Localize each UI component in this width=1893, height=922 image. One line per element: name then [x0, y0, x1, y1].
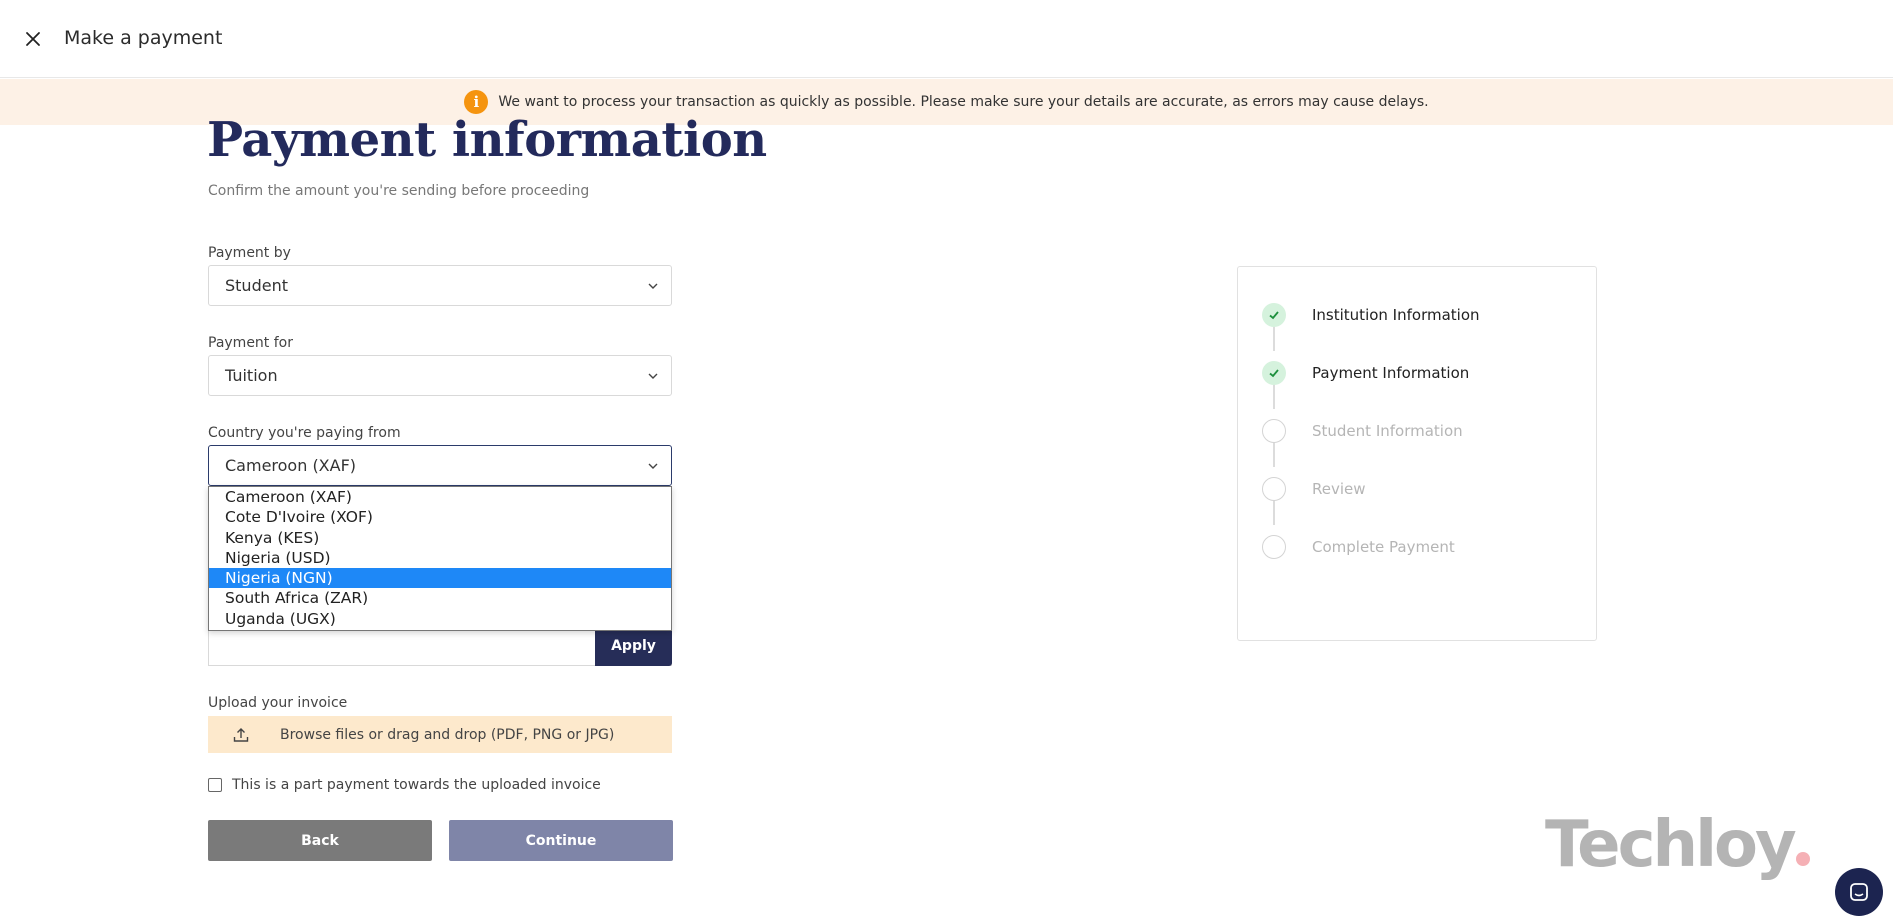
- step-student-information: Student Information: [1262, 419, 1463, 443]
- step-complete-payment: Complete Payment: [1262, 535, 1455, 559]
- part-payment-checkbox[interactable]: [208, 778, 222, 792]
- part-payment-row: This is a part payment towards the uploa…: [208, 777, 601, 793]
- step-institution-information: Institution Information: [1262, 303, 1480, 327]
- continue-button[interactable]: Continue: [449, 820, 673, 861]
- payment-by-select[interactable]: Student: [208, 265, 672, 306]
- upload-dropzone[interactable]: Browse files or drag and drop (PDF, PNG …: [208, 716, 672, 753]
- back-button[interactable]: Back: [208, 820, 432, 861]
- info-icon: i: [464, 90, 489, 114]
- chevron-down-icon: [648, 463, 658, 469]
- page-subtitle: Confirm the amount you're sending before…: [208, 183, 590, 199]
- top-bar-title: Make a payment: [64, 27, 223, 49]
- country-select[interactable]: Cameroon (XAF): [208, 445, 672, 486]
- payment-for-value: Tuition: [225, 366, 278, 385]
- techloy-watermark-logo: Techloy: [1545, 808, 1810, 882]
- payment-for-label: Payment for: [208, 335, 293, 351]
- close-icon[interactable]: [22, 28, 44, 50]
- step-payment-information: Payment Information: [1262, 361, 1469, 385]
- chevron-down-icon: [648, 283, 658, 289]
- country-option[interactable]: Cameroon (XAF): [209, 487, 671, 507]
- country-option[interactable]: Cote D'Ivoire (XOF): [209, 507, 671, 527]
- step-label: Institution Information: [1312, 306, 1480, 324]
- chat-icon: [1850, 883, 1868, 901]
- payment-for-select[interactable]: Tuition: [208, 355, 672, 396]
- top-bar: Make a payment: [0, 0, 1893, 78]
- logo-dot: [1795, 852, 1810, 866]
- country-option[interactable]: Uganda (UGX): [209, 609, 671, 629]
- country-value: Cameroon (XAF): [225, 456, 357, 475]
- empty-circle-icon: [1262, 419, 1286, 443]
- country-option-highlighted[interactable]: Nigeria (NGN): [209, 568, 671, 589]
- part-payment-label: This is a part payment towards the uploa…: [232, 777, 601, 793]
- payment-by-value: Student: [225, 276, 288, 295]
- step-review: Review: [1262, 477, 1366, 501]
- chat-launcher-button[interactable]: [1835, 868, 1883, 916]
- step-label: Payment Information: [1312, 364, 1470, 382]
- chevron-down-icon: [648, 373, 658, 379]
- banner-text: We want to process your transaction as q…: [498, 94, 1429, 110]
- step-label: Review: [1312, 480, 1366, 498]
- watermark-text: Techloy: [1545, 808, 1797, 882]
- payment-by-label: Payment by: [208, 245, 291, 261]
- empty-circle-icon: [1262, 477, 1286, 501]
- country-option[interactable]: Nigeria (USD): [209, 548, 671, 568]
- country-option[interactable]: Kenya (KES): [209, 528, 671, 548]
- upload-label: Upload your invoice: [208, 695, 348, 711]
- upload-icon: [233, 727, 249, 742]
- check-icon: [1262, 361, 1286, 385]
- apply-button[interactable]: Apply: [595, 626, 672, 666]
- step-label: Complete Payment: [1312, 538, 1455, 556]
- step-label: Student Information: [1312, 422, 1463, 440]
- progress-steps-panel: Institution Information Payment Informat…: [1237, 266, 1597, 641]
- empty-circle-icon: [1262, 535, 1286, 559]
- country-dropdown-list: Cameroon (XAF) Cote D'Ivoire (XOF) Kenya…: [208, 486, 672, 631]
- page-title: Payment information: [207, 112, 767, 168]
- country-option[interactable]: South Africa (ZAR): [209, 588, 671, 608]
- upload-text: Browse files or drag and drop (PDF, PNG …: [280, 726, 615, 743]
- country-label: Country you're paying from: [208, 425, 401, 441]
- check-icon: [1262, 303, 1286, 327]
